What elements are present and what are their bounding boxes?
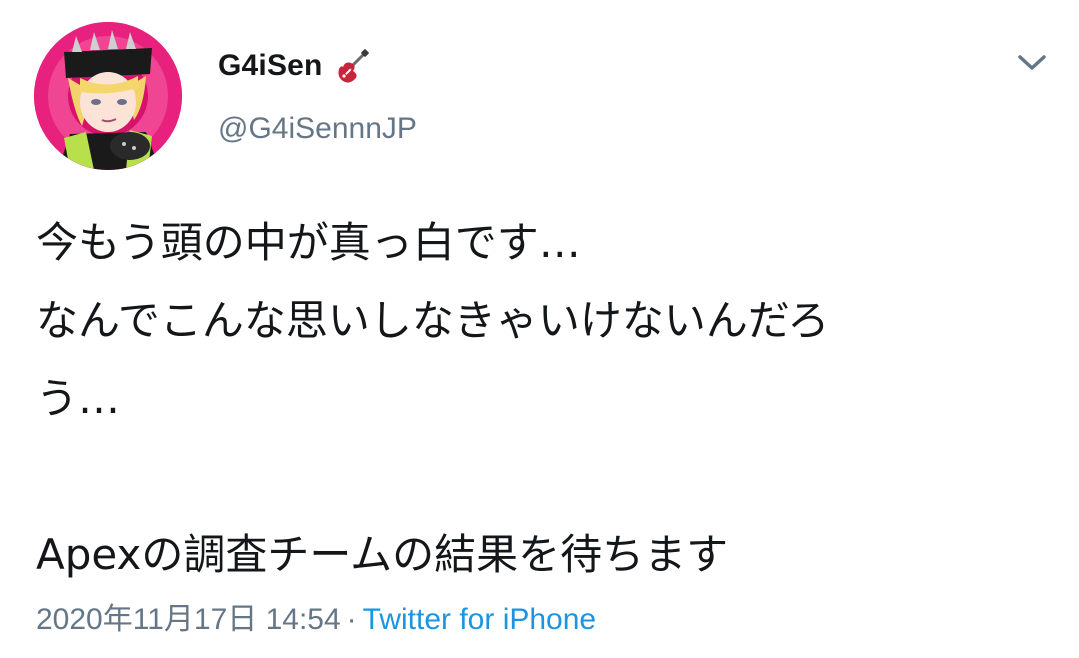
tweet-line: う…	[36, 374, 121, 423]
user-handle[interactable]: @G4iSennnJP	[218, 112, 417, 146]
display-name[interactable]: G4iSen	[218, 49, 323, 83]
electric-guitar-icon	[338, 49, 369, 83]
meta-separator: ·	[346, 603, 357, 636]
tweet-line: Apexの調査チームの結果を待ちます	[36, 530, 729, 579]
tweet-blank-line	[36, 438, 1046, 516]
tweet-meta: 2020年11月17日 14:54 · Twitter for iPhone	[36, 594, 596, 638]
chevron-down-icon[interactable]	[1014, 48, 1050, 76]
avatar[interactable]	[34, 22, 182, 170]
display-name-row[interactable]: G4iSen	[218, 44, 371, 88]
tweet-timestamp[interactable]: 2020年11月17日 14:54	[36, 603, 341, 636]
tweet-line: なんでこんな思いしなきゃいけないんだろ	[36, 296, 830, 345]
avatar-illustration	[34, 22, 182, 170]
tweet-text: 今もう頭の中が真っ白です… なんでこんな思いしなきゃいけないんだろ う… Ape…	[36, 204, 1046, 594]
tweet-card: G4iSen @G4iSennnJP 今もう頭の中が真っ白です… なんでこんな思…	[0, 0, 1079, 658]
tweet-line: 今もう頭の中が真っ白です…	[36, 218, 581, 267]
tweet-source-link[interactable]: Twitter for iPhone	[363, 603, 596, 636]
